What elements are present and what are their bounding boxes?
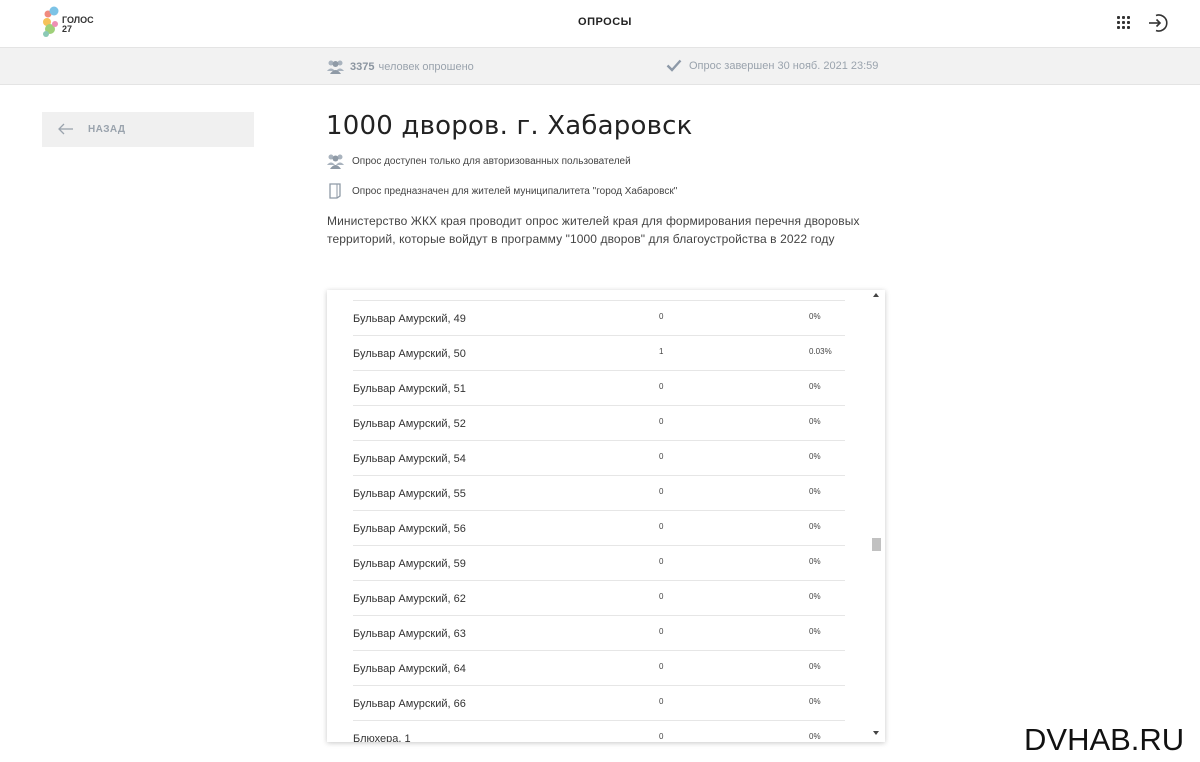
table-row: Бульвар Амурский, 66 0 0% [353,685,845,720]
row-address: Блюхера, 1 [353,733,411,742]
row-address: Бульвар Амурский, 54 [353,453,466,465]
table-row: Бульвар Амурский, 52 0 0% [353,405,845,440]
row-vote-count: 0 [659,557,664,566]
row-vote-count: 0 [659,732,664,741]
row-vote-percent: 0% [809,487,821,496]
table-row: Бульвар Амурский, 51 0 0% [353,370,845,405]
row-vote-percent: 0% [809,592,821,601]
table-row: Бульвар Амурский, 49 0 0% [353,300,845,335]
scrollbar-thumb[interactable] [872,538,881,551]
survey-description: Министерство ЖКХ края проводит опрос жит… [327,214,860,246]
row-address: Бульвар Амурский, 52 [353,418,466,430]
table-row: Бульвар Амурский, 64 0 0% [353,650,845,685]
table-row: Бульвар Амурский, 54 0 0% [353,440,845,475]
row-address: Бульвар Амурский, 62 [353,593,466,605]
completion-info: Опрос завершен 30 нояб. 2021 23:59 [666,59,878,72]
row-vote-count: 0 [659,382,664,391]
row-vote-percent: 0% [809,697,821,706]
document-icon [329,183,341,199]
row-address: Бульвар Амурский, 50 [353,348,466,360]
scroll-down-arrow-icon[interactable] [873,731,879,735]
respondents-label: человек опрошено [378,60,474,73]
row-address: Бульвар Амурский, 63 [353,628,466,640]
row-vote-percent: 0% [809,452,821,461]
row-address: Бульвар Амурский, 56 [353,523,466,535]
row-vote-count: 0 [659,627,664,636]
row-vote-percent: 0% [809,627,821,636]
results-scrollbar[interactable] [870,290,884,742]
table-row: Бульвар Амурский, 55 0 0% [353,475,845,510]
row-vote-count: 0 [659,697,664,706]
page-section-title: ОПРОСЫ [578,16,632,28]
table-row: Бульвар Амурский, 62 0 0% [353,580,845,615]
row-vote-count: 0 [659,522,664,531]
completion-label: Опрос завершен 30 нояб. 2021 23:59 [689,59,879,72]
row-vote-percent: 0% [809,732,821,741]
respondents-count: 3375 [350,60,375,73]
row-vote-count: 0 [659,487,664,496]
municipality-note-text: Опрос предназначен для жителей муниципал… [352,185,678,197]
row-vote-count: 0 [659,592,664,601]
watermark: DVHAB.RU [1024,722,1185,757]
survey-title: 1000 дворов. г. Хабаровск [326,111,693,141]
auth-note: Опрос доступен только для авторизованных… [327,153,631,169]
row-address: Бульвар Амурский, 51 [353,383,466,395]
users-icon [327,60,344,74]
row-vote-percent: 0% [809,312,821,321]
row-vote-count: 0 [659,417,664,426]
auth-note-text: Опрос доступен только для авторизованных… [352,155,631,167]
table-row: Бульвар Амурский, 59 0 0% [353,545,845,580]
row-address: Бульвар Амурский, 49 [353,313,466,325]
table-row: Блюхера, 1 0 0% [353,720,845,742]
table-row: Бульвар Амурский, 63 0 0% [353,615,845,650]
row-address: Бульвар Амурский, 55 [353,488,466,500]
row-address: Бульвар Амурский, 66 [353,698,466,710]
municipality-note: Опрос предназначен для жителей муниципал… [327,183,677,199]
survey-status-bar: 3375 человек опрошено Опрос завершен 30 … [0,48,1200,85]
row-vote-count: 0 [659,662,664,671]
row-vote-count: 1 [659,347,664,356]
arrow-left-icon [58,123,73,135]
row-address: Бульвар Амурский, 64 [353,663,466,675]
row-vote-percent: 0.03% [809,347,832,356]
scroll-up-arrow-icon[interactable] [873,293,879,297]
row-vote-percent: 0% [809,417,821,426]
row-address: Бульвар Амурский, 59 [353,558,466,570]
users-icon [327,154,344,169]
results-rows: Бульвар Амурский, 49 0 0% Бульвар Амурский,… [353,300,845,742]
row-vote-percent: 0% [809,557,821,566]
back-button[interactable]: НАЗАД [42,112,254,147]
respondents-info: 3375 человек опрошено [327,59,474,74]
row-vote-count: 0 [659,312,664,321]
table-row: Бульвар Амурский, 56 0 0% [353,510,845,545]
checkmark-icon [666,59,682,72]
row-vote-count: 0 [659,452,664,461]
row-vote-percent: 0% [809,522,821,531]
logout-icon[interactable] [1147,12,1169,34]
top-header: ГОЛОС 27 ОПРОСЫ [0,0,1200,48]
results-table[interactable]: Бульвар Амурский, 49 0 0% Бульвар Амурский,… [327,290,885,742]
table-row: Бульвар Амурский, 50 1 0.03% [353,335,845,370]
grid-icon[interactable] [1116,15,1132,31]
row-vote-percent: 0% [809,382,821,391]
back-label: НАЗАД [88,124,126,135]
row-vote-percent: 0% [809,662,821,671]
